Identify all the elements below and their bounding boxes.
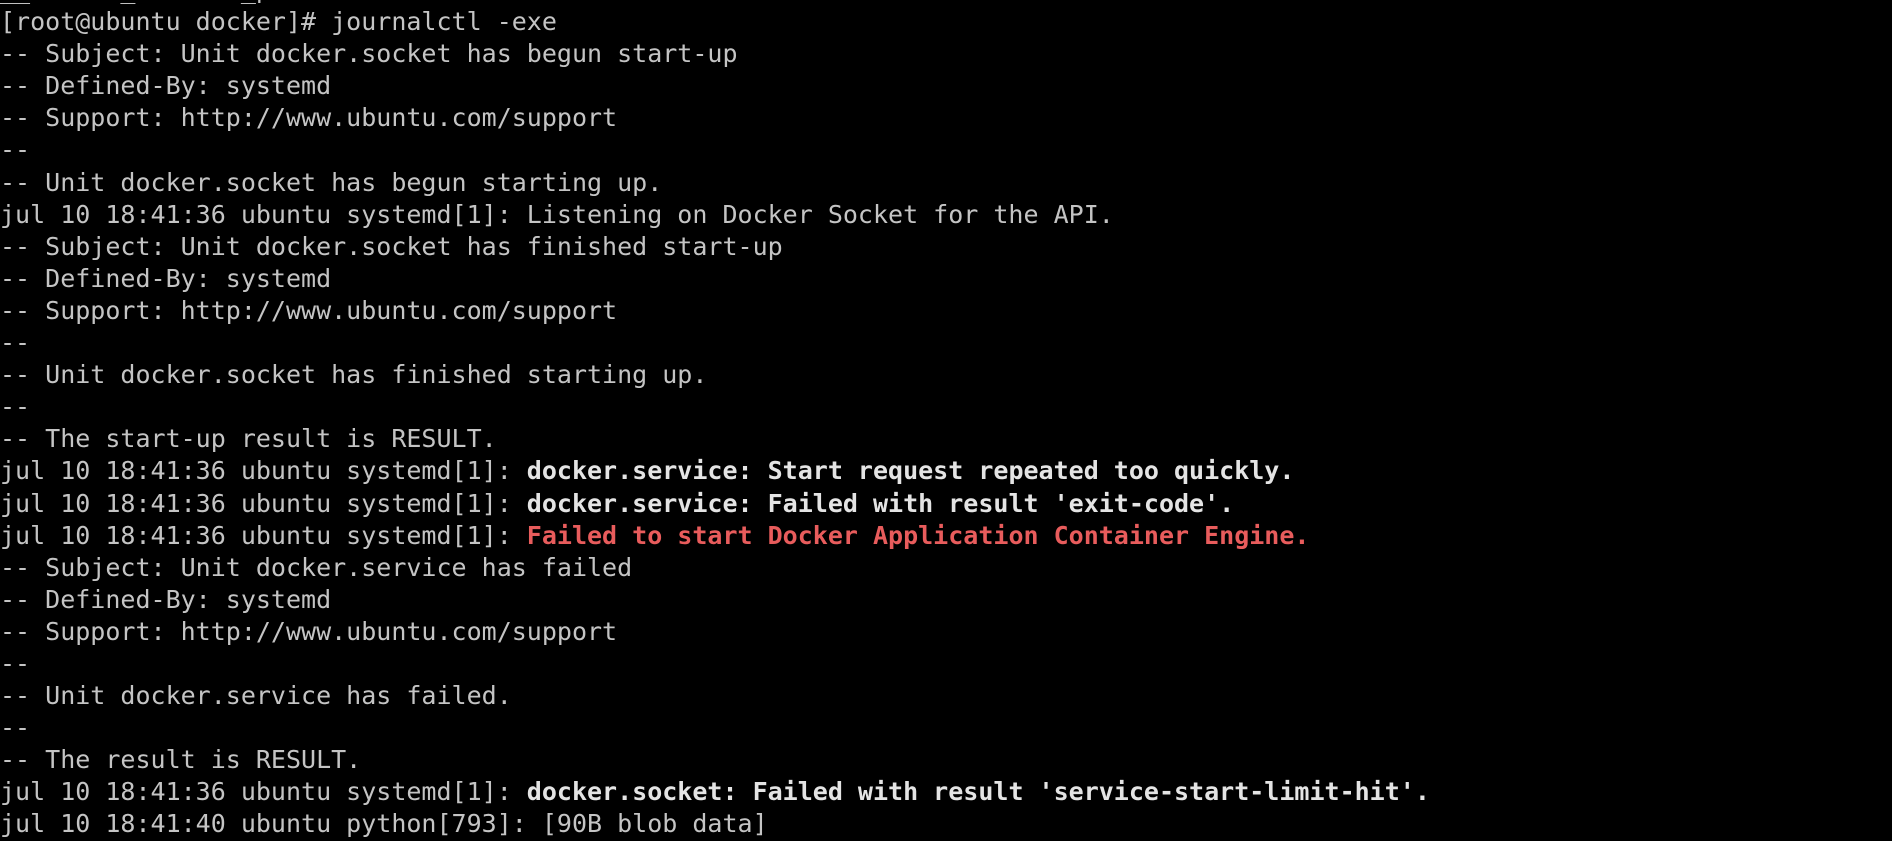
line-prefix: -- Subject: Unit docker.socket has finis… xyxy=(0,231,783,261)
line-prefix: -- Defined-By: systemd xyxy=(0,584,332,614)
line-prefix: -- Defined-By: systemd xyxy=(0,263,332,293)
terminal-line: -- xyxy=(0,712,1430,744)
line-prefix: -- Defined-By: systemd xyxy=(0,71,332,101)
line-prefix: -- xyxy=(0,713,31,743)
terminal-line: -- Unit docker.service has failed. xyxy=(0,680,1430,712)
terminal-line: -- The start-up result is RESULT. xyxy=(0,423,1430,455)
terminal-line: -- The result is RESULT. xyxy=(0,744,1430,776)
terminal-line: -- xyxy=(0,134,1430,166)
line-prefix: -- The result is RESULT. xyxy=(0,745,362,775)
terminal-line: jul 10 18:41:36 ubuntu systemd[1]: docke… xyxy=(0,488,1430,520)
line-prefix: -- Unit docker.socket has finished start… xyxy=(0,360,708,390)
line-prefix: -- The start-up result is RESULT. xyxy=(0,424,497,454)
highlighted-message: docker.service: Start request repeated t… xyxy=(526,456,1295,486)
terminal-line: -- xyxy=(0,391,1430,423)
terminal-output[interactable]: __docker_machine_port crash is unsuccess… xyxy=(0,0,1430,841)
terminal-line: -- xyxy=(0,648,1430,680)
terminal-line: jul 10 18:41:36 ubuntu systemd[1]: Faile… xyxy=(0,520,1430,552)
line-prefix: __docker_machine_port crash is unsuccess… xyxy=(0,0,647,4)
terminal-line: jul 10 18:41:36 ubuntu systemd[1]: docke… xyxy=(0,455,1430,487)
line-prefix: -- xyxy=(0,648,31,678)
line-prefix: -- Support: http://www.ubuntu.com/suppor… xyxy=(0,616,618,646)
terminal-line: -- Subject: Unit docker.socket has begun… xyxy=(0,38,1430,70)
highlighted-message: docker.socket: Failed with result 'servi… xyxy=(526,777,1430,807)
terminal-line: jul 10 18:41:36 ubuntu systemd[1]: Liste… xyxy=(0,199,1430,231)
line-prefix: jul 10 18:41:36 ubuntu systemd[1]: Liste… xyxy=(0,199,1114,229)
line-prefix: jul 10 18:41:36 ubuntu systemd[1]: xyxy=(0,520,527,550)
terminal-line: -- Defined-By: systemd xyxy=(0,584,1430,616)
terminal-line: -- Support: http://www.ubuntu.com/suppor… xyxy=(0,616,1430,648)
terminal-line: jul 10 18:41:40 ubuntu python[793]: [90B… xyxy=(0,808,1430,840)
terminal-line: -- Support: http://www.ubuntu.com/suppor… xyxy=(0,295,1430,327)
terminal-line: -- xyxy=(0,327,1430,359)
terminal-line: [root@ubuntu docker]# journalctl -exe xyxy=(0,6,1430,38)
terminal-line: jul 10 18:41:36 ubuntu systemd[1]: docke… xyxy=(0,776,1430,808)
line-prefix: -- xyxy=(0,135,31,165)
line-prefix: -- Support: http://www.ubuntu.com/suppor… xyxy=(0,103,618,133)
line-prefix: -- Subject: Unit docker.service has fail… xyxy=(0,552,633,582)
line-prefix: jul 10 18:41:36 ubuntu systemd[1]: xyxy=(0,456,527,486)
line-prefix: jul 10 18:41:36 ubuntu systemd[1]: xyxy=(0,777,527,807)
line-prefix: [root@ubuntu docker]# journalctl -exe xyxy=(0,7,557,37)
terminal-line: -- Subject: Unit docker.service has fail… xyxy=(0,552,1430,584)
error-message: Failed to start Docker Application Conta… xyxy=(526,520,1310,550)
line-prefix: -- Subject: Unit docker.socket has begun… xyxy=(0,39,738,69)
terminal-line: -- Support: http://www.ubuntu.com/suppor… xyxy=(0,102,1430,134)
line-prefix: -- Unit docker.service has failed. xyxy=(0,681,512,711)
line-prefix: -- xyxy=(0,392,31,422)
terminal-line: -- Defined-By: systemd xyxy=(0,70,1430,102)
line-prefix: -- xyxy=(0,328,31,358)
terminal-line: -- Unit docker.socket has finished start… xyxy=(0,359,1430,391)
highlighted-message: docker.service: Failed with result 'exit… xyxy=(526,488,1235,518)
terminal-line: -- Unit docker.socket has begun starting… xyxy=(0,167,1430,199)
terminal-line: -- Subject: Unit docker.socket has finis… xyxy=(0,231,1430,263)
line-prefix: jul 10 18:41:40 ubuntu python[793]: [90B… xyxy=(0,809,768,839)
line-prefix: jul 10 18:41:36 ubuntu systemd[1]: xyxy=(0,488,527,518)
terminal-line: -- Defined-By: systemd xyxy=(0,263,1430,295)
line-prefix: -- Unit docker.socket has begun starting… xyxy=(0,167,663,197)
line-prefix: -- Support: http://www.ubuntu.com/suppor… xyxy=(0,295,618,325)
